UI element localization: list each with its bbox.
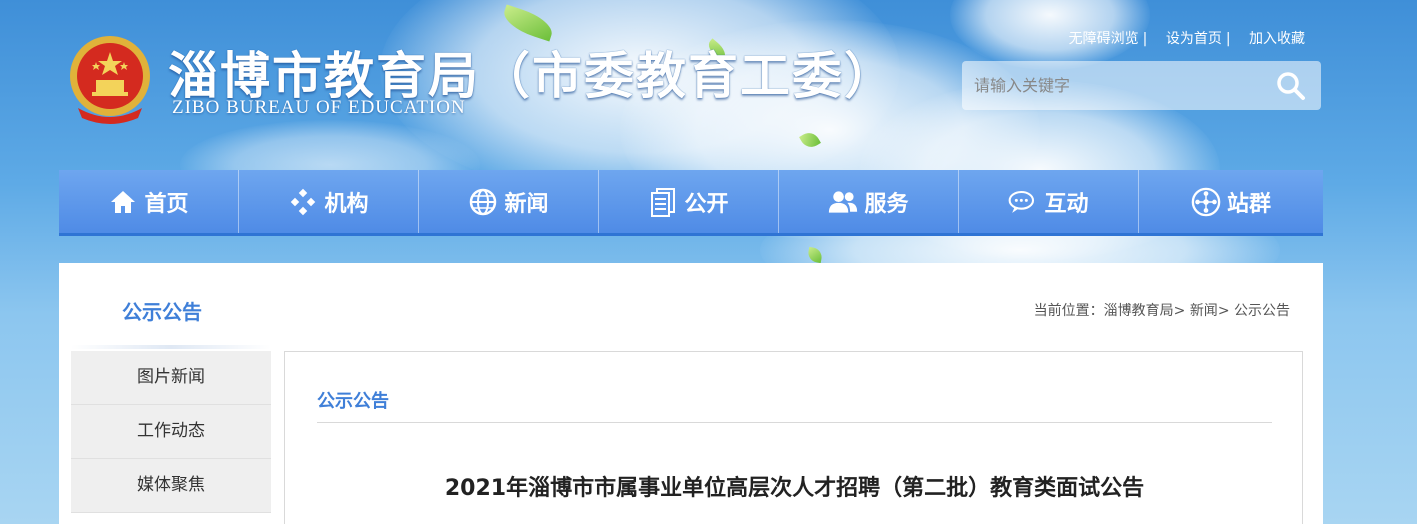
- nav-item-label: 首页: [144, 191, 189, 217]
- nav-item-label: 站群: [1226, 191, 1271, 217]
- link-separator: |: [1142, 31, 1148, 47]
- home-icon: [108, 187, 138, 217]
- diamond-cluster-icon: [288, 187, 318, 217]
- search-button[interactable]: [1275, 70, 1307, 102]
- nav-item-site-group[interactable]: 站群: [1139, 170, 1323, 233]
- nav-item-organization[interactable]: 机构: [239, 170, 419, 233]
- accessibility-link[interactable]: 无障碍浏览: [1069, 31, 1139, 47]
- nav-item-public[interactable]: 公开: [599, 170, 779, 233]
- nav-item-label: 机构: [324, 191, 369, 217]
- section-title: 公示公告: [122, 300, 202, 324]
- nav-item-label: 公开: [684, 191, 729, 217]
- search-box: [962, 61, 1321, 110]
- breadcrumb-separator: >: [1173, 303, 1186, 319]
- breadcrumb-item-news[interactable]: 新闻: [1190, 303, 1218, 319]
- nav-item-home[interactable]: 首页: [59, 170, 239, 233]
- search-icon: [1277, 72, 1305, 100]
- documents-icon: [648, 187, 678, 217]
- sidebar-item-media-focus[interactable]: 媒体聚焦: [71, 459, 271, 513]
- breadcrumb: 当前位置：淄博教育局> 新闻> 公示公告: [1034, 300, 1290, 320]
- sidebar-item-photo-news[interactable]: 图片新闻: [71, 351, 271, 405]
- article-container: 公示公告 2021年淄博市市属事业单位高层次人才招聘（第二批）教育类面试公告: [284, 351, 1303, 524]
- heading-divider: [317, 422, 1272, 423]
- national-emblem-logo: [62, 30, 158, 126]
- nav-item-interaction[interactable]: 互动: [959, 170, 1139, 233]
- users-icon: [828, 187, 858, 217]
- breadcrumb-item-notices[interactable]: 公示公告: [1234, 303, 1290, 319]
- site-title-english: ZIBO BUREAU OF EDUCATION: [172, 97, 466, 118]
- content-panel: 公示公告 当前位置：淄博教育局> 新闻> 公示公告 图片新闻 工作动态 媒体聚焦…: [59, 263, 1323, 524]
- nav-item-label: 互动: [1044, 191, 1089, 217]
- main-nav: 首页 机构 新闻 公开 服务 互动 站群: [59, 170, 1323, 236]
- top-links: 无障碍浏览 | 设为首页 | 加入收藏: [1055, 28, 1305, 48]
- set-homepage-link[interactable]: 设为首页: [1166, 31, 1222, 47]
- breadcrumb-item-home[interactable]: 淄博教育局: [1104, 303, 1174, 319]
- nav-item-service[interactable]: 服务: [779, 170, 959, 233]
- link-separator: |: [1225, 31, 1231, 47]
- chat-icon: [1008, 187, 1038, 217]
- nav-item-label: 服务: [864, 191, 909, 217]
- globe-icon: [468, 187, 498, 217]
- add-favorite-link[interactable]: 加入收藏: [1249, 31, 1305, 47]
- nav-item-label: 新闻: [504, 191, 549, 217]
- article-title: 2021年淄博市市属事业单位高层次人才招聘（第二批）教育类面试公告: [444, 476, 1145, 501]
- article-section-heading: 公示公告: [317, 391, 389, 412]
- network-icon: [1191, 187, 1221, 217]
- search-input[interactable]: [962, 61, 1264, 110]
- breadcrumb-separator: >: [1217, 303, 1230, 319]
- nav-item-news[interactable]: 新闻: [419, 170, 599, 233]
- section-title-divider: [71, 345, 271, 349]
- breadcrumb-prefix: 当前位置：: [1033, 303, 1104, 319]
- sidebar-item-work-updates[interactable]: 工作动态: [71, 405, 271, 459]
- sidebar: 图片新闻 工作动态 媒体聚焦: [71, 351, 271, 513]
